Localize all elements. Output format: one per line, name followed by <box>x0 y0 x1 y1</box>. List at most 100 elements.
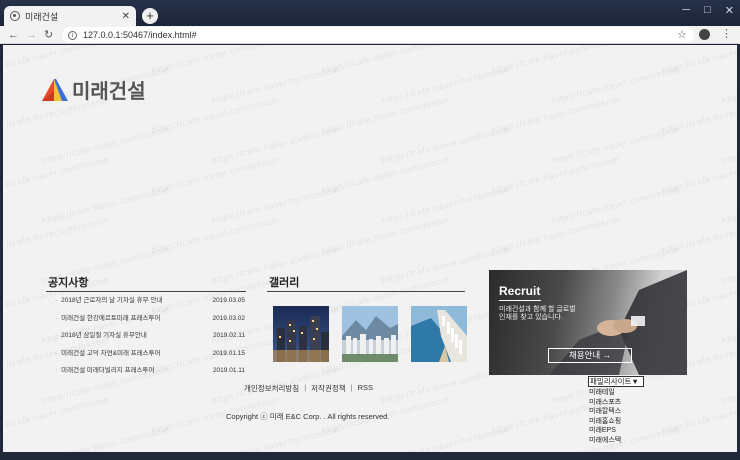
watermark-text: https://cafe.naver.com/ossom <box>490 94 621 136</box>
watermark-text: https://cafe.naver.com/ossom <box>150 94 281 136</box>
watermark-text: https://cafe.naver.com/ossom <box>40 124 171 166</box>
family-site-option[interactable]: 미래EPS <box>589 426 621 436</box>
gallery-thumbnail-city-mountain[interactable] <box>342 306 398 362</box>
family-site-option[interactable]: 미래테일 <box>589 388 621 398</box>
gallery-divider <box>267 291 465 292</box>
watermark-text: https://cafe.naver.com/ossom <box>210 184 341 226</box>
watermark-text: https://cafe.naver.com/ossom <box>320 45 451 76</box>
notice-item-date: 2019.02.11 <box>212 332 245 339</box>
family-site-option[interactable]: 미래에스텍 <box>589 436 621 446</box>
watermark-layer: https://cafe.naver.com/ossom https://cafe… <box>0 45 740 460</box>
family-site-option[interactable]: 미래홈쇼핑 <box>589 417 621 427</box>
notice-item[interactable]: 2018년 근로자의 날 기자실 휴무 안내 2019.03.05 <box>55 296 245 314</box>
tab-title: 미래건설 <box>25 11 59 22</box>
watermark-text: https://cafe.naver.com/ossom <box>150 214 281 256</box>
rss-link[interactable]: RSS <box>358 383 373 394</box>
gallery-thumbnail-coastal-city[interactable] <box>411 306 467 362</box>
notice-item-date: 2019.03.05 <box>212 297 245 304</box>
watermark-text: https://cafe.naver.com/ossom <box>150 45 281 76</box>
family-site-select[interactable]: 패밀리사이트▼ <box>588 376 644 387</box>
window-edge-bottom <box>0 452 740 460</box>
watermark-text: https://cafe.naver.com/ossom <box>0 154 111 196</box>
family-site-option[interactable]: 미래칼텍스 <box>589 407 621 417</box>
notice-item[interactable]: 2018년 삼일절 기자실 휴무안내 2019.02.11 <box>55 331 245 349</box>
bookmark-star-icon[interactable]: ☆ <box>677 28 687 41</box>
back-arrow-icon[interactable]: ← <box>8 28 19 42</box>
notice-item-title[interactable]: 미래건설 한강에르토미래 프레스투어 <box>55 314 160 332</box>
new-tab-button[interactable]: + <box>142 8 158 24</box>
watermark-text: https://cafe.naver.com/ossom <box>40 184 171 226</box>
watermark-text: https://cafe.naver.com/ossom <box>660 394 740 436</box>
watermark-text: https://cafe.naver.com/ossom <box>320 214 451 256</box>
gallery-title: 갤러리 <box>269 277 300 289</box>
watermark-text: https://cafe.naver.com/ossom <box>210 64 341 106</box>
notice-item[interactable]: 미래건설 미래더빌리지 프레스투어 2019.01.11 <box>55 366 245 384</box>
browser-toolbar: ← → ↻ i 127.0.0.1:50467/index.html# ☆ ⋮ <box>0 26 740 44</box>
globe-icon <box>10 11 20 21</box>
notice-item-title[interactable]: 미래건설 고덕 자연&미래 프레스투어 <box>55 349 160 367</box>
notice-item-date: 2019.01.15 <box>212 349 245 357</box>
reload-icon[interactable]: ↻ <box>44 28 53 42</box>
notice-item-date: 2019.03.02 <box>212 314 245 322</box>
window-controls: ─ □ ✕ <box>682 4 734 17</box>
family-site-option[interactable]: 미래스포츠 <box>589 398 621 408</box>
watermark-text: https://cafe.naver.com/ossom <box>150 154 281 196</box>
notice-item-date: 2019.01.11 <box>212 367 245 374</box>
logo-text: 미래건설 <box>72 81 146 103</box>
close-window-button[interactable]: ✕ <box>725 4 734 17</box>
url-text: 127.0.0.1:50467/index.html# <box>83 30 197 40</box>
watermark-text: https://cafe.naver.com/ossom <box>0 45 111 76</box>
watermark-text: https://cafe.naver.com/ossom <box>660 94 740 136</box>
forward-arrow-icon[interactable]: → <box>26 28 37 42</box>
notice-divider <box>46 291 246 292</box>
watermark-text: https://cafe.naver.com/ossom <box>550 124 681 166</box>
maximize-button[interactable]: □ <box>704 4 711 17</box>
address-bar[interactable]: i 127.0.0.1:50467/index.html# <box>62 27 694 43</box>
minimize-button[interactable]: ─ <box>682 4 690 17</box>
watermark-text: https://cafe.naver.com/ossom <box>660 154 740 196</box>
tab-close-icon[interactable]: ✕ <box>122 11 130 22</box>
profile-avatar-icon[interactable] <box>699 29 710 40</box>
notice-item[interactable]: 미래건설 한강에르토미래 프레스투어 2019.03.02 <box>55 314 245 332</box>
gallery-thumbnail-city-night[interactable] <box>273 306 329 362</box>
browser-tab[interactable]: 미래건설 ✕ <box>4 6 136 26</box>
copyright-text: Copyright ⓒ 미래 E&C Corp. . All rights re… <box>226 412 390 421</box>
watermark-text: https://cafe.naver.com/ossom <box>320 154 451 196</box>
watermark-text: https://cafe.naver.com/ossom <box>380 124 511 166</box>
info-icon[interactable]: i <box>68 30 77 40</box>
recruit-banner[interactable]: Recruit 미래건설과 함께 할 글로벌 인재를 찾고 있습니다. 채용안내… <box>489 270 687 375</box>
page-viewport: https://cafe.naver.com/ossom https://cafe… <box>0 45 740 460</box>
site-logo[interactable]: 미래건설 <box>40 75 146 104</box>
watermark-text: https://cafe.naver.com/ossom <box>320 94 451 136</box>
watermark-text: https://cafe.naver.com/ossom <box>490 214 621 256</box>
gallery <box>273 306 467 362</box>
recruit-title: Recruit <box>499 284 541 298</box>
notice-item-title[interactable]: 2018년 근로자의 날 기자실 휴무 안내 <box>55 296 162 314</box>
privacy-policy-link[interactable]: 개인정보처리방침 <box>244 383 299 394</box>
watermark-text: https://cafe.naver.com/ossom <box>660 214 740 256</box>
watermark-text: https://cafe.naver.com/ossom <box>380 184 511 226</box>
watermark-text: https://cafe.naver.com/ossom <box>660 45 740 76</box>
window-edge-left <box>0 45 3 460</box>
copyright-policy-link[interactable]: 저작권정책 <box>311 383 346 394</box>
watermark-text: https://cafe.naver.com/ossom <box>550 64 681 106</box>
notice-item-title[interactable]: 2018년 삼일절 기자실 휴무안내 <box>55 331 147 349</box>
watermark-text: https://cafe.naver.com/ossom <box>0 214 111 256</box>
browser-titlebar: 미래건설 ✕ + ─ □ ✕ <box>0 0 740 26</box>
recruit-underline <box>499 300 541 301</box>
watermark-text: https://cafe.naver.com/ossom <box>380 64 511 106</box>
recruit-description: 미래건설과 함께 할 글로벌 인재를 찾고 있습니다. <box>499 306 576 321</box>
kebab-menu-icon[interactable]: ⋮ <box>721 28 732 41</box>
notice-list: 2018년 근로자의 날 기자실 휴무 안내 2019.03.05 미래건설 한… <box>55 296 245 384</box>
family-site-options: 미래테일 미래스포츠 미래칼텍스 미래홈쇼핑 미래EPS 미래에스텍 <box>589 388 621 446</box>
watermark-text: https://cafe.naver.com/ossom <box>490 45 621 76</box>
watermark-text: https://cafe.naver.com/ossom <box>0 394 111 436</box>
recruit-guide-button[interactable]: 채용안내 → <box>548 348 632 363</box>
watermark-text: https://cafe.naver.com/ossom <box>550 184 681 226</box>
notice-title: 공지사항 <box>48 277 89 289</box>
footer-links: 개인정보처리방침 | 저작권정책 | RSS <box>244 383 373 394</box>
notice-item-title[interactable]: 미래건설 미래더빌리지 프레스투어 <box>55 366 154 384</box>
watermark-text: https://cafe.naver.com/ossom <box>210 124 341 166</box>
footer-separator: | <box>350 383 353 392</box>
notice-item[interactable]: 미래건설 고덕 자연&미래 프레스투어 2019.01.15 <box>55 349 245 367</box>
